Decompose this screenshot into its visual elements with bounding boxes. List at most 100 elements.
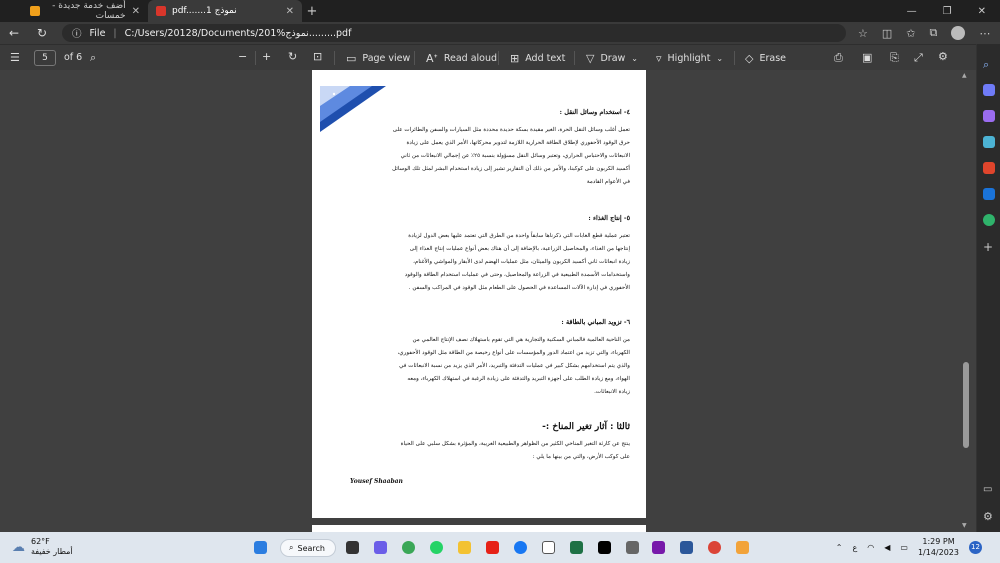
more-menu-icon[interactable]: ⋯ [979, 27, 990, 40]
sidebar-settings-icon[interactable]: ⚙ [983, 510, 995, 523]
volume-icon[interactable]: ◀ [884, 543, 890, 552]
chat-icon[interactable] [374, 541, 387, 554]
zoom-in-icon[interactable]: + [262, 50, 271, 63]
back-icon[interactable]: ← [0, 26, 28, 40]
tab-title: pdf.......نموذج 1 [172, 6, 237, 16]
favorite-star-icon[interactable]: ☆ [858, 27, 868, 40]
outlook-icon[interactable] [983, 188, 995, 200]
chevron-up-icon[interactable]: ⌃ [836, 543, 843, 552]
next-pdf-page [312, 525, 646, 532]
tab-khamsat[interactable]: أضف خدمة جديدة - خمسات ✕ [0, 0, 148, 22]
wifi-icon[interactable]: ◠ [867, 543, 874, 552]
scroll-down-icon[interactable]: ▼ [962, 522, 967, 529]
language-indicator[interactable]: ع [852, 543, 857, 552]
netflix-icon[interactable] [598, 541, 611, 554]
file-explorer-icon[interactable] [458, 541, 471, 554]
draw-button[interactable]: ▽ Draw ⌄ [586, 45, 638, 71]
chevron-down-icon[interactable]: ⌄ [716, 54, 723, 63]
maximize-icon[interactable]: ❐ [943, 6, 952, 17]
office-icon[interactable] [983, 162, 995, 174]
save-icon[interactable]: ▣ [862, 51, 872, 64]
clock[interactable]: 1:29 PM 1/14/2023 [918, 536, 959, 558]
contents-icon[interactable]: ☰ [10, 51, 20, 64]
vertical-scrollbar[interactable]: ▲ ▼ [960, 70, 972, 532]
hide-sidebar-icon[interactable]: ▭ [983, 484, 995, 496]
rain-cloud-icon: ☁ [12, 539, 25, 555]
notification-badge[interactable]: 12 [969, 540, 982, 554]
tab-pdf[interactable]: pdf.......نموذج 1 ✕ [148, 0, 302, 22]
read-aloud-button[interactable]: Aᐩ Read aloud [426, 45, 497, 71]
url-scheme-label: File [89, 27, 106, 39]
tab-bar: أضف خدمة جديدة - خمسات ✕ pdf.......نموذج… [0, 0, 1000, 22]
battery-icon[interactable]: ▭ [900, 543, 908, 552]
page-view-button[interactable]: ▭ Page view [346, 45, 410, 71]
favorites-icon[interactable]: ✩ [906, 27, 915, 40]
profile-avatar[interactable] [951, 26, 966, 40]
system-tray: ⌃ ع ◠ ◀ ▭ 1:29 PM 1/14/2023 12 [836, 536, 982, 558]
taskbar-search[interactable]: ⌕ Search [280, 539, 336, 557]
onenote-icon[interactable] [652, 541, 665, 554]
add-text-button[interactable]: ⊞ Add text [510, 45, 565, 71]
page-view-icon: ▭ [346, 51, 357, 65]
new-tab-button[interactable]: + [302, 4, 322, 19]
wikipedia-icon[interactable] [542, 541, 555, 554]
excel-icon[interactable] [570, 541, 583, 554]
search-sidebar-icon[interactable]: ⌕ [983, 58, 995, 71]
draw-icon: ▽ [586, 51, 595, 65]
khamsat-favicon-icon [30, 6, 40, 16]
chevron-down-icon[interactable]: ⌄ [631, 54, 638, 63]
scrollbar-thumb[interactable] [963, 362, 969, 448]
search-icon: ⌕ [289, 543, 294, 552]
window-controls: — ❐ ✕ [907, 6, 1000, 17]
chrome-alt-icon[interactable] [708, 541, 721, 554]
page-total: of 6 [64, 52, 83, 63]
address-bar: ← ↻ ⓘ File | C:/Users/20128/Documents/20… [0, 22, 1000, 44]
close-tab-icon[interactable]: ✕ [132, 6, 140, 17]
close-window-icon[interactable]: ✕ [978, 6, 986, 17]
url-field[interactable]: ⓘ File | C:/Users/20128/Documents/201%نم… [62, 24, 846, 42]
settings-gear-icon[interactable]: ⚙ [938, 50, 948, 63]
paragraph: من الناحية العالمية فالمباني السكنية وال… [397, 337, 631, 395]
refresh-icon[interactable]: ↻ [28, 26, 56, 40]
word-icon[interactable] [680, 541, 693, 554]
tree-icon[interactable] [983, 214, 995, 226]
close-tab-icon[interactable]: ✕ [286, 6, 294, 17]
tools-icon[interactable] [983, 110, 995, 122]
snipping-tool-icon[interactable] [736, 541, 749, 554]
highlight-icon: ▿ [656, 51, 662, 65]
paragraph: تعمل أغلب وسائل النقل الحرة، الغير مقيدة… [392, 127, 630, 185]
print-icon[interactable]: ⎙ [834, 51, 843, 65]
weather-widget[interactable]: ☁ 62°F أمطار خفيفة [12, 537, 73, 557]
edge-sidebar: ⌕ + ▭ ⚙ [976, 44, 1000, 532]
scroll-up-icon[interactable]: ▲ [962, 72, 967, 79]
zoom-out-icon[interactable]: − [238, 50, 247, 63]
shopping-icon[interactable] [983, 84, 995, 96]
save-as-icon[interactable]: ⎘ [890, 51, 899, 65]
games-icon[interactable] [983, 136, 995, 148]
start-windows-icon[interactable] [254, 541, 267, 554]
erase-button[interactable]: ◇ Erase [745, 45, 786, 71]
pdf-toolbar: ☰ 5 of 6 ⌕ − + ↻ ⊡ ▭ Page view Aᐩ Read a… [0, 44, 976, 70]
chrome-icon[interactable] [402, 541, 415, 554]
whatsapp-icon[interactable] [430, 541, 443, 554]
chapter-heading: ثالثا : آثار تغير المناخ :- [542, 422, 630, 432]
minimize-icon[interactable]: — [907, 6, 917, 17]
temperature: 62°F [31, 537, 50, 546]
section-heading: ٤- استخدام وسائل النقل : [559, 108, 630, 116]
pdf-viewer: ٤- استخدام وسائل النقل : تعمل أغلب وسائل… [0, 70, 976, 532]
fullscreen-icon[interactable]: ⤢ [914, 51, 923, 65]
paragraph: تعتبر عملية قطع الغابات التي ذكرناها ساب… [404, 233, 630, 291]
search-icon[interactable]: ⌕ [90, 51, 96, 65]
add-sidebar-icon[interactable]: + [983, 240, 995, 254]
app-icon[interactable] [626, 541, 639, 554]
facebook-icon[interactable] [514, 541, 527, 554]
rotate-icon[interactable]: ↻ [288, 50, 297, 63]
highlight-button[interactable]: ▿ Highlight ⌄ [656, 45, 723, 71]
collections-icon[interactable]: ⧉ [930, 26, 938, 40]
youtube-icon[interactable] [486, 541, 499, 554]
time: 1:29 PM [922, 537, 955, 546]
task-view-icon[interactable] [346, 541, 359, 554]
split-screen-icon[interactable]: ◫ [882, 27, 892, 40]
page-number-input[interactable]: 5 [34, 50, 56, 66]
fit-page-icon[interactable]: ⊡ [313, 50, 322, 63]
